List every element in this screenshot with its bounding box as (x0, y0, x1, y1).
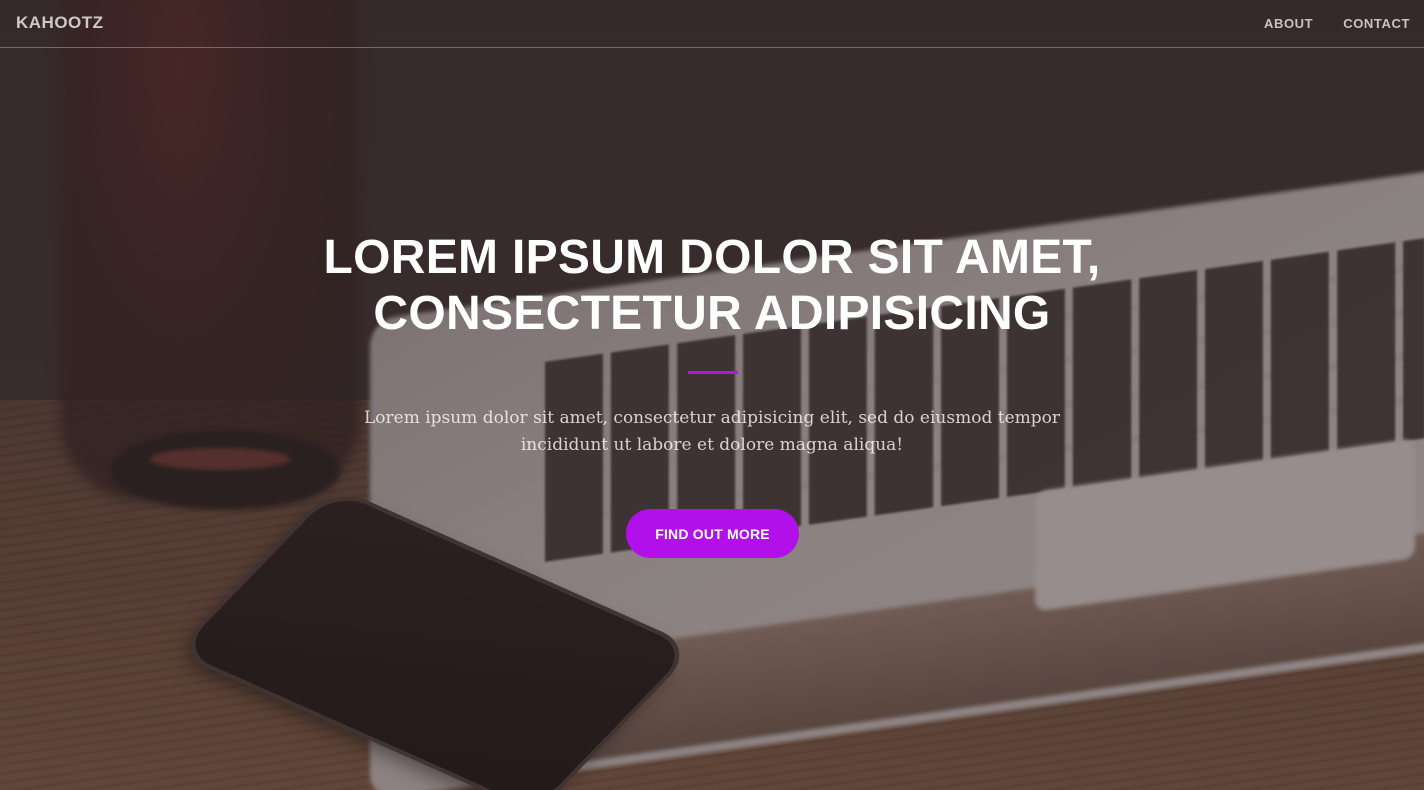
hero-subtitle: Lorem ipsum dolor sit amet, consectetur … (312, 405, 1112, 459)
hero-title-line-1: LOREM IPSUM DOLOR SIT AMET, (323, 231, 1101, 284)
brand-logo-link[interactable]: KAHOOTZ (16, 13, 104, 33)
hero-section: LOREM IPSUM DOLOR SIT AMET, CONSECTETUR … (0, 0, 1424, 790)
nav-link-about[interactable]: ABOUT (1264, 16, 1313, 31)
top-navbar: KAHOOTZ ABOUT CONTACT (0, 0, 1424, 48)
hero-subtitle-line-2: incididunt ut labore et dolore magna ali… (520, 435, 904, 455)
nav-link-contact[interactable]: CONTACT (1343, 16, 1410, 31)
hero-title: LOREM IPSUM DOLOR SIT AMET, CONSECTETUR … (212, 230, 1212, 342)
find-out-more-button[interactable]: FIND OUT MORE (626, 509, 799, 558)
nav-links: ABOUT CONTACT (1264, 16, 1410, 31)
hero-subtitle-line-1: Lorem ipsum dolor sit amet, consectetur … (364, 408, 1060, 428)
hero-divider (688, 371, 738, 374)
hero-title-line-2: CONSECTETUR ADIPISICING (373, 287, 1051, 340)
